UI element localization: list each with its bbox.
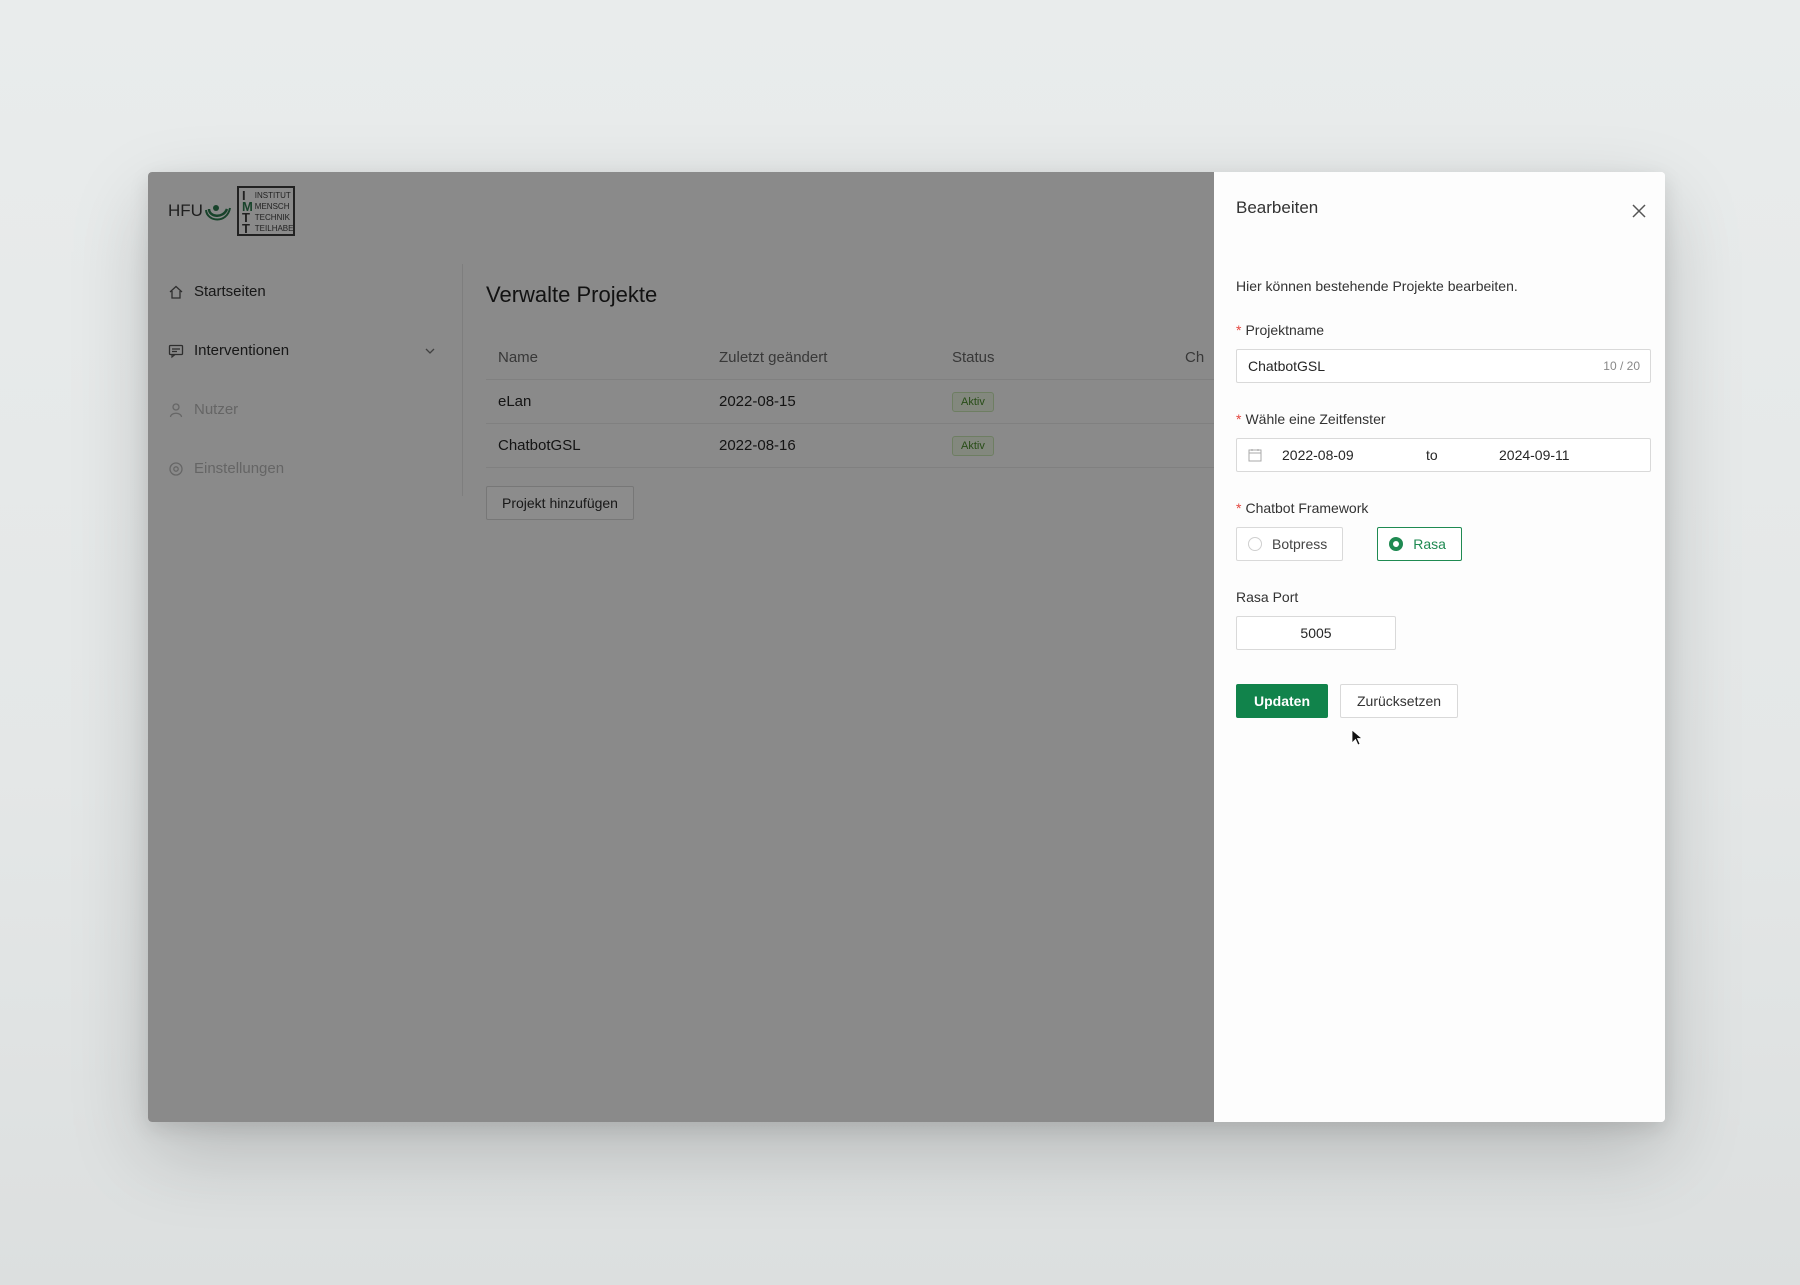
end-date[interactable]: 2024-09-11 bbox=[1499, 447, 1570, 463]
radio-dot bbox=[1248, 537, 1262, 551]
date-range-picker[interactable]: 2022-08-09 to 2024-09-11 bbox=[1236, 438, 1651, 472]
modal-mask[interactable] bbox=[148, 172, 1214, 1122]
update-button[interactable]: Updaten bbox=[1236, 684, 1328, 718]
time-window-label: * Wähle eine Zeitfenster bbox=[1236, 411, 1651, 427]
project-name-input[interactable]: ChatbotGSL 10 / 20 bbox=[1236, 349, 1651, 383]
port-value: 5005 bbox=[1300, 625, 1332, 641]
radio-rasa[interactable]: Rasa bbox=[1377, 527, 1462, 561]
port-label: Rasa Port bbox=[1236, 589, 1299, 605]
drawer-title: Bearbeiten bbox=[1236, 198, 1319, 217]
project-name-value: ChatbotGSL bbox=[1248, 358, 1326, 374]
app-window: HFU I M T T INSTITUT MENSCH TECHNIK TEIL… bbox=[148, 172, 1665, 1122]
radio-label: Botpress bbox=[1272, 536, 1328, 552]
close-icon[interactable] bbox=[1630, 202, 1648, 220]
label-text: Chatbot Framework bbox=[1245, 500, 1369, 516]
drawer-description: Hier können bestehende Projekte bearbeit… bbox=[1236, 278, 1518, 294]
project-name-label: * Projektname bbox=[1236, 322, 1651, 338]
radio-dot bbox=[1389, 537, 1404, 551]
label-text: Projektname bbox=[1245, 322, 1325, 338]
calendar-icon bbox=[1248, 449, 1262, 462]
mouse-cursor-icon bbox=[1351, 729, 1363, 746]
form-actions: Updaten Zurücksetzen bbox=[1236, 684, 1651, 718]
start-date[interactable]: 2022-08-09 bbox=[1282, 447, 1426, 463]
char-count: 10 / 20 bbox=[1603, 359, 1640, 373]
required-marker: * bbox=[1236, 411, 1242, 427]
edit-drawer: Bearbeiten Hier können bestehende Projek… bbox=[1214, 172, 1665, 1122]
framework-radio-group: Botpress Rasa bbox=[1236, 527, 1651, 561]
rasa-port-input[interactable]: 5005 bbox=[1236, 616, 1396, 650]
required-marker: * bbox=[1236, 322, 1242, 338]
reset-button[interactable]: Zurücksetzen bbox=[1340, 684, 1459, 718]
radio-botpress[interactable]: Botpress bbox=[1236, 527, 1344, 561]
edit-form: Hier können bestehende Projekte bearbeit… bbox=[1236, 278, 1651, 718]
framework-label: * Chatbot Framework bbox=[1236, 500, 1651, 516]
required-marker: * bbox=[1236, 500, 1242, 516]
range-separator: to bbox=[1426, 447, 1438, 463]
label-text: Wähle eine Zeitfenster bbox=[1245, 411, 1386, 427]
radio-label: Rasa bbox=[1413, 536, 1446, 552]
